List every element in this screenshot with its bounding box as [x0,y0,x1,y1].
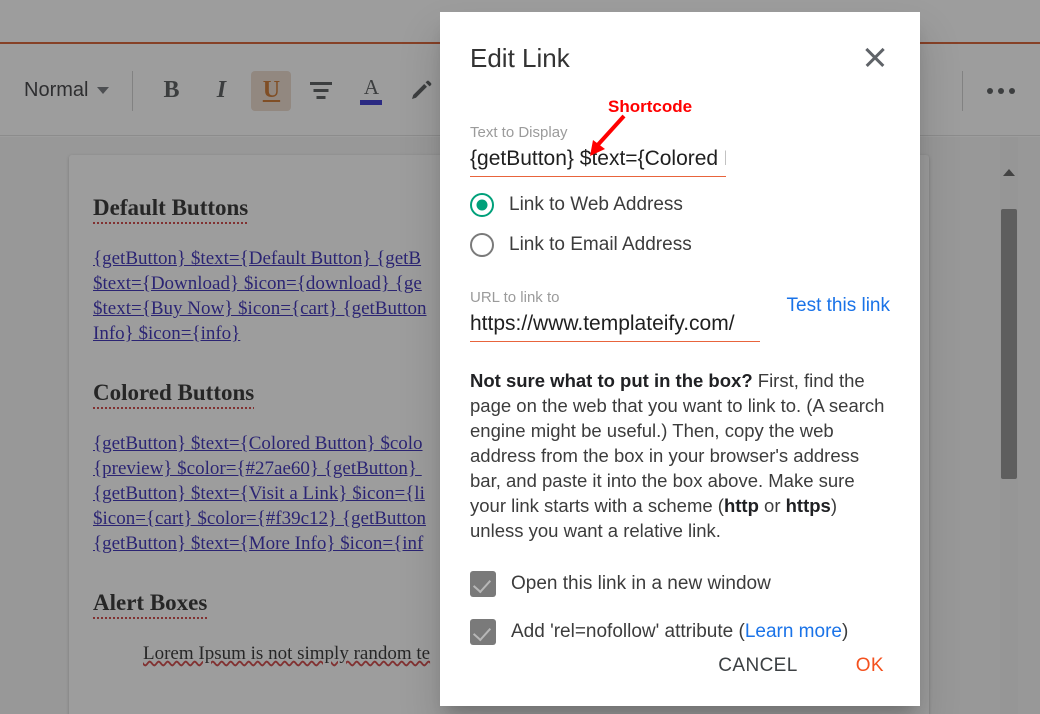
radio-email-address-label: Link to Email Address [509,234,692,255]
test-this-link-button[interactable]: Test this link [787,295,890,317]
checkbox-nofollow[interactable] [470,619,496,645]
dialog-title: Edit Link [470,43,570,73]
nofollow-label-pre: Add 'rel=nofollow' attribute ( [511,621,745,642]
cancel-button[interactable]: CANCEL [712,654,803,678]
checkbox-open-new-window-label: Open this link in a new window [511,573,771,594]
checkbox-nofollow-label: Add 'rel=nofollow' attribute (Learn more… [511,621,848,643]
nofollow-label-post: ) [841,621,849,642]
learn-more-link[interactable]: Learn more [745,621,842,642]
help-text-scheme-http: http [723,495,759,516]
dialog-header: Edit Link [470,42,890,72]
annotation-arrow-icon [590,114,626,156]
help-text-lead: Not sure what to put in the box? [470,370,753,391]
url-field: URL to link to Test this link [470,289,890,342]
radio-email-address[interactable] [470,233,494,257]
radio-web-address[interactable] [470,193,494,217]
text-to-display-label: Text to Display [470,124,568,141]
checkbox-open-new-window[interactable] [470,571,496,597]
link-type-web-option[interactable]: Link to Web Address [470,193,890,217]
help-text-scheme-https: https [785,495,831,516]
text-to-display-field: Text to Display [470,124,890,177]
url-input[interactable] [470,312,760,342]
radio-web-address-label: Link to Web Address [509,194,683,215]
help-text-body-2: or [758,495,786,516]
help-text: Not sure what to put in the box? First, … [470,368,890,543]
open-new-window-option[interactable]: Open this link in a new window [470,571,890,597]
dialog-actions: CANCEL OK [712,654,890,678]
close-icon[interactable] [860,42,890,72]
link-type-email-option[interactable]: Link to Email Address [470,233,890,257]
nofollow-option[interactable]: Add 'rel=nofollow' attribute (Learn more… [470,619,890,645]
ok-button[interactable]: OK [850,654,890,678]
